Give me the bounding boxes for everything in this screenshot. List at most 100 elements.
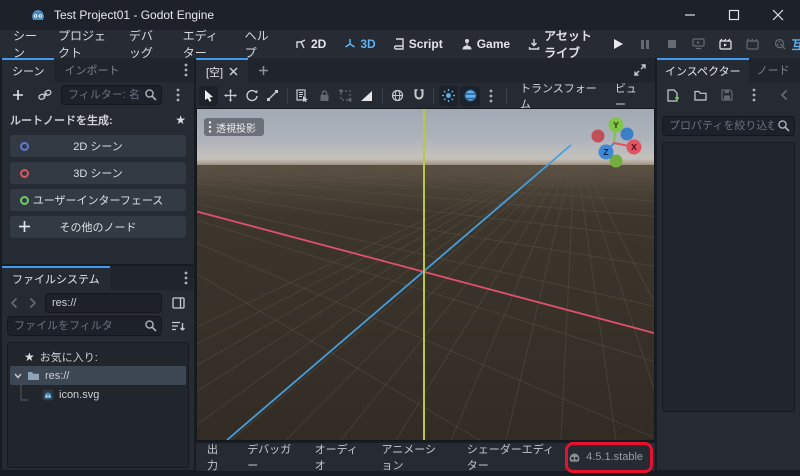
preview-environment-button[interactable] [460,86,479,106]
sort-icon[interactable] [167,316,189,336]
lock-button[interactable] [315,86,334,106]
menu-scene[interactable]: シーン [3,30,48,58]
bottom-panel-bar: 出力 デバッガー オーディオ アニメーション シェーダーエディター 4.5.1.… [196,443,655,471]
tree-item-root[interactable]: res:// [10,366,186,385]
bottom-tab-debugger[interactable]: デバッガー [236,441,303,473]
split-dock-icon[interactable] [167,293,189,313]
tab-assetlib[interactable]: アセットライブ [519,30,607,58]
movie-maker-button[interactable] [770,34,790,54]
menu-project[interactable]: プロジェクト [48,30,119,58]
edit-prev-object-icon[interactable] [773,85,795,105]
save-resource-icon[interactable] [716,85,738,105]
load-resource-icon[interactable] [689,85,711,105]
add-node-button[interactable] [7,85,29,105]
window-title: Test Project01 - Godot Engine [54,8,214,22]
tab-3d[interactable]: 3D [335,30,384,58]
svg-text:Y: Y [613,120,619,130]
menu-debug[interactable]: デバッグ [119,30,173,58]
close-tab-icon[interactable] [229,67,238,76]
rotate-tool-button[interactable] [242,86,261,106]
create-ui-scene-button[interactable]: ユーザーインターフェース [10,189,186,211]
inspector-dock: インスペクター ノード 履 [657,58,800,470]
chevron-down-icon[interactable] [14,373,22,379]
folder-icon [27,370,40,381]
godot-file-icon [42,389,54,401]
favorites-label: お気に入り: [40,349,98,365]
search-icon [777,119,790,132]
renderer-select[interactable]: 互 [792,36,800,53]
new-tab-icon[interactable] [252,60,274,80]
scene-tree-menu-icon[interactable] [167,85,189,105]
tab-scene-dock[interactable]: シーン [2,58,54,82]
gizmo-neg-x-ball [592,130,605,143]
move-tool-button[interactable] [220,86,239,106]
play-custom-scene-button[interactable] [743,34,763,54]
tab-node[interactable]: ノード [749,58,798,82]
file-tree: ★ お気に入り: res:// icon.svg [7,342,189,468]
preview-sun-button[interactable] [439,86,458,106]
create-2d-scene-button[interactable]: 2D シーン [10,135,186,157]
select-tool-button[interactable] [199,86,218,106]
version-button[interactable]: 4.5.1.stable [568,451,655,464]
create-other-node-button[interactable]: その他のノード [10,216,186,238]
tab-game[interactable]: Game [452,30,519,58]
projection-button[interactable]: 透視投影 [204,118,264,136]
2d-scene-icon [20,142,29,151]
bottom-tab-output[interactable]: 出力 [196,441,236,473]
transform-menu[interactable]: トランスフォーム [512,80,605,112]
pause-button[interactable] [635,34,655,54]
list-select-tool-button[interactable] [293,86,312,106]
scale-tool-button[interactable] [263,86,282,106]
maximize-button[interactable] [712,0,756,30]
view-menu[interactable]: ビュー [607,80,652,112]
close-button[interactable] [756,0,800,30]
viewport-3d[interactable]: Y X Z 透視投影 [196,108,655,441]
snap-button[interactable] [409,86,428,106]
expand-viewport-icon[interactable] [629,60,651,80]
tab-import-dock[interactable]: インポート [54,58,129,82]
create-3d-scene-button[interactable]: 3D シーン [10,162,186,184]
create-root-label: ルートノードを生成: [10,112,113,128]
view-menu-dots-icon [208,121,212,133]
scene-dock: シーン インポート ルートノードを生成: ★ 2D シーン 3D シーン ユーザ… [2,58,194,264]
filesystem-menu-icon[interactable] [178,266,194,290]
tree-item-file[interactable]: icon.svg [8,385,188,404]
tab-empty-scene[interactable]: [空] [196,58,248,83]
property-filter-input[interactable] [662,116,795,136]
2d-icon [295,38,307,50]
remote-play-button[interactable] [689,34,709,54]
godot-logo-icon [30,7,46,23]
menu-editor[interactable]: エディター [173,30,235,58]
preview-menu-icon[interactable] [482,86,501,106]
tab-filesystem[interactable]: ファイルシステム [2,266,110,290]
path-field[interactable] [45,293,162,313]
local-space-button[interactable] [388,86,407,106]
title-bar: Test Project01 - Godot Engine [0,0,800,30]
resource-menu-icon[interactable] [743,85,765,105]
tab-inspector[interactable]: インスペクター [657,58,749,82]
bottom-tab-audio[interactable]: オーディオ [304,441,371,473]
3d-scene-icon [20,169,29,178]
search-icon [144,88,157,101]
download-icon [528,38,540,50]
instance-scene-button[interactable] [34,85,56,105]
play-scene-button[interactable] [716,34,736,54]
dock-menu-icon[interactable] [178,58,194,82]
ruler-button[interactable] [357,86,376,106]
play-button[interactable] [608,34,628,54]
tab-script[interactable]: Script [385,30,452,58]
group-button[interactable] [336,86,355,106]
file-filter-input[interactable] [7,316,162,336]
bottom-tab-animation[interactable]: アニメーション [371,441,456,473]
3d-icon [344,38,356,50]
favorites-star-icon[interactable]: ★ [175,113,186,127]
svg-text:Z: Z [603,147,608,157]
history-forward-icon[interactable] [26,293,40,313]
minimize-button[interactable] [668,0,712,30]
new-resource-icon[interactable] [662,85,684,105]
bottom-tab-shader-editor[interactable]: シェーダーエディター [456,441,568,473]
tab-2d[interactable]: 2D [286,30,335,58]
history-back-icon[interactable] [7,293,21,313]
stop-button[interactable] [662,34,682,54]
menu-help[interactable]: ヘルプ [235,30,280,58]
